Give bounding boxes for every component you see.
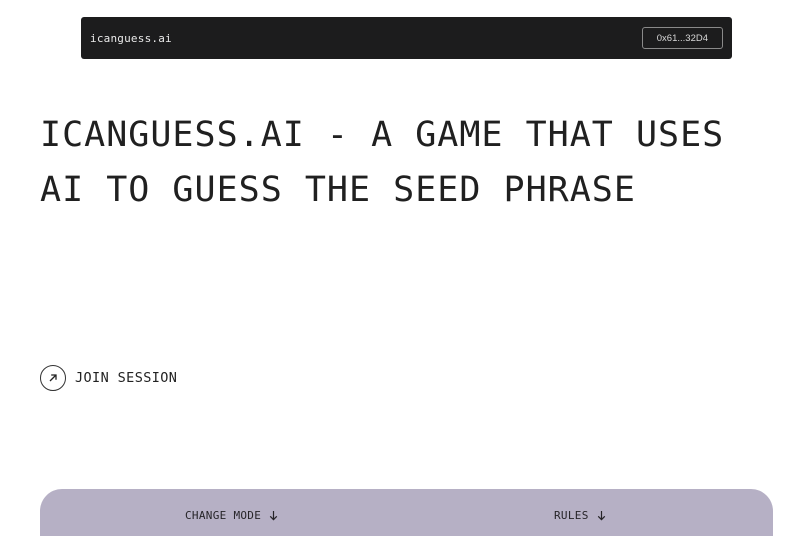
arrow-down-icon	[597, 510, 606, 521]
top-bar: icanguess.ai 0x61...32D4	[81, 17, 732, 59]
page: icanguess.ai 0x61...32D4 ICANGUESS.AI - …	[0, 0, 806, 536]
page-title: ICANGUESS.AI - A GAME THAT USES AI TO GU…	[40, 115, 725, 210]
change-mode-label: CHANGE MODE	[185, 509, 262, 522]
rules-toggle[interactable]: RULES	[554, 509, 606, 522]
join-session-button[interactable]: JOIN SESSION	[40, 365, 177, 391]
arrow-up-right-icon	[40, 365, 66, 391]
change-mode-toggle[interactable]: CHANGE MODE	[185, 509, 278, 522]
wallet-address-button[interactable]: 0x61...32D4	[641, 27, 723, 49]
arrow-down-icon	[269, 510, 278, 521]
game-panel: CHANGE MODE RULES	[40, 489, 773, 536]
rules-label: RULES	[554, 509, 589, 522]
join-session-label: JOIN SESSION	[75, 370, 178, 386]
brand-logo-text[interactable]: icanguess.ai	[90, 32, 172, 45]
